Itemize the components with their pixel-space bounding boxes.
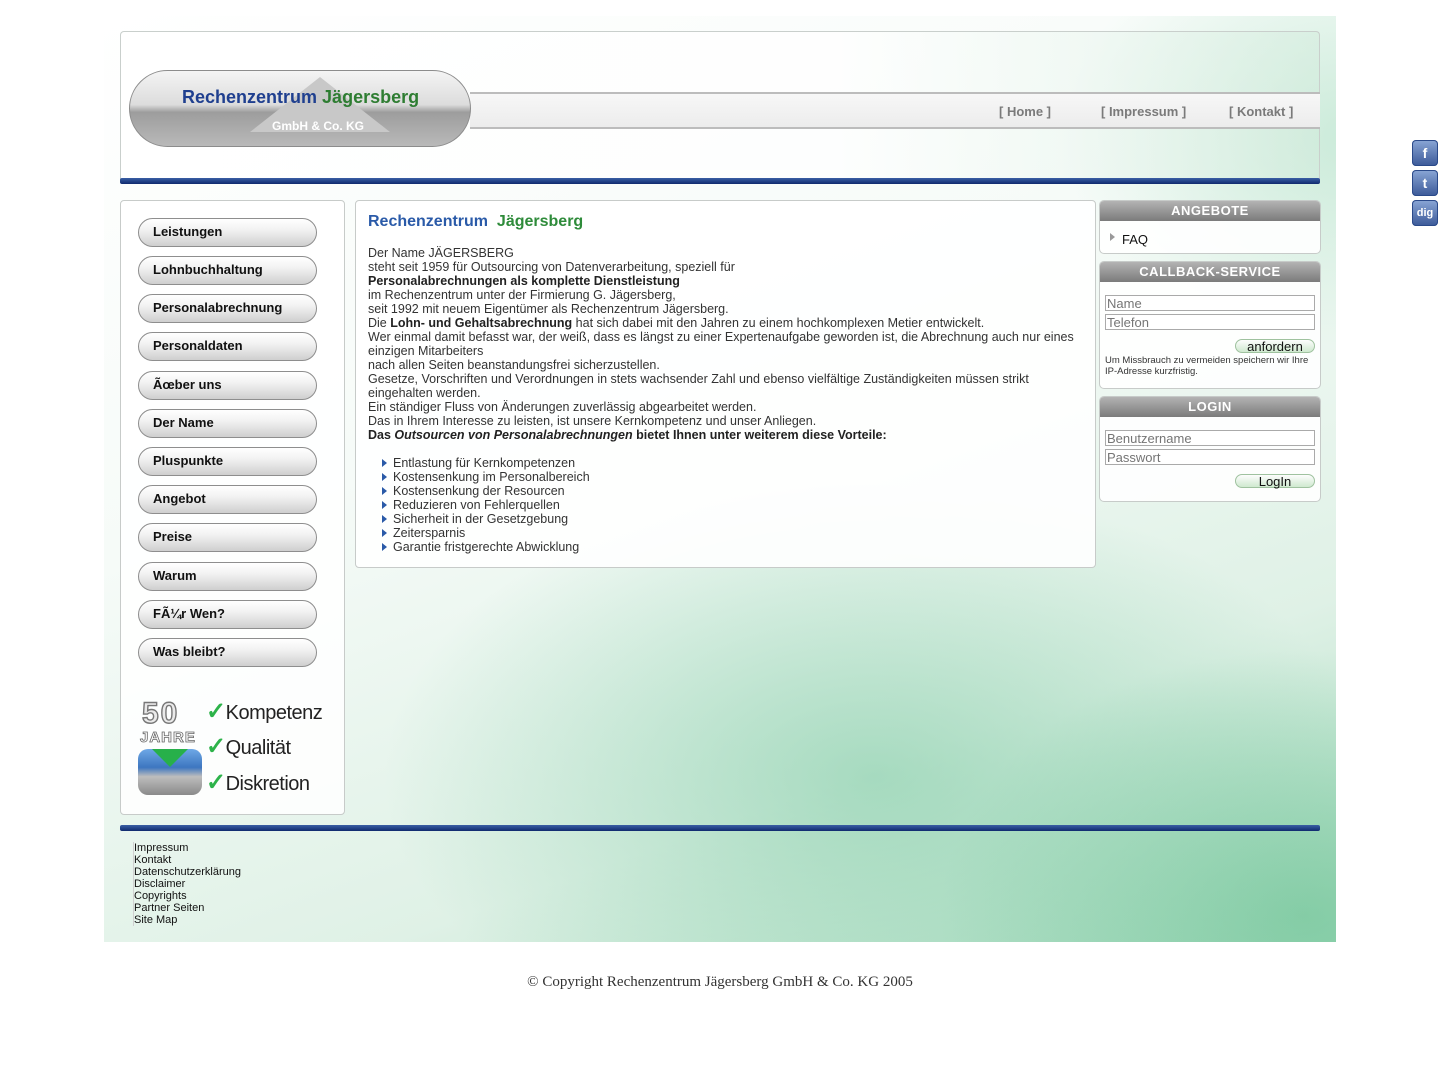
callback-box: CALLBACK-SERVICE anfordern Um Missbrauch… (1099, 261, 1321, 389)
footer-link-datenschutz[interactable]: Datenschutzerklärung (134, 866, 241, 878)
divider (470, 127, 1320, 129)
sidebar-item-preise[interactable]: Preise (138, 523, 317, 552)
footer-link-partner[interactable]: Partner Seiten (134, 902, 241, 914)
social-share-bar: f t dig (1412, 140, 1438, 230)
list-item: Kostensenkung im Personalbereich (381, 470, 590, 484)
list-item: Garantie fristgerechte Abwicklung (381, 540, 590, 554)
login-button[interactable]: LogIn (1235, 474, 1315, 488)
list-item: Kostensenkung der Resourcen (381, 484, 590, 498)
footer-top-bar (120, 825, 1320, 831)
facebook-icon[interactable]: f (1412, 140, 1438, 166)
list-item: Zeitersparnis (381, 526, 590, 540)
advantages-list: Entlastung für Kernkompetenzen Kostensen… (381, 456, 590, 554)
badge-number: 50 (141, 696, 180, 730)
sidebar-item-was-bleibt[interactable]: Was bleibt? (138, 638, 317, 667)
left-sidebar: Leistungen Lohnbuchhaltung Personalabrec… (120, 200, 345, 815)
sidebar-item-warum[interactable]: Warum (138, 562, 317, 591)
main-content: Rechenzentrum Jägersberg Der Name JÄGERS… (355, 200, 1096, 568)
list-item: Reduzieren von Fehlerquellen (381, 498, 590, 512)
nav-home-link[interactable]: [ Home ] (999, 104, 1051, 119)
page-title: Rechenzentrum Jägersberg (368, 213, 584, 230)
nav-kontakt-link[interactable]: [ Kontakt ] (1229, 104, 1293, 119)
header-bottom-bar (120, 178, 1320, 184)
anfordern-button[interactable]: anfordern (1235, 339, 1315, 353)
nav-impressum-link[interactable]: [ Impressum ] (1101, 104, 1186, 119)
callback-phone-input[interactable] (1105, 314, 1315, 330)
footer-link-kontakt[interactable]: Kontakt (134, 854, 241, 866)
intro-text: Der Name JÄGERSBERG steht seit 1959 für … (368, 246, 1074, 442)
sidebar-item-angebot[interactable]: Angebot (138, 485, 317, 514)
angebote-box: ANGEBOTE FAQ (1099, 200, 1321, 254)
callback-name-input[interactable] (1105, 295, 1315, 311)
angebote-heading: ANGEBOTE (1100, 201, 1320, 221)
footer-link-copyrights[interactable]: Copyrights (134, 890, 241, 902)
sidebar-item-personalabrechnung[interactable]: Personalabrechnung (138, 294, 317, 323)
badge-word-qualitaet: ✓Qualität (206, 733, 291, 760)
badge-word-diskretion: ✓Diskretion (206, 769, 310, 796)
copyright-text: © Copyright Rechenzentrum Jägersberg Gmb… (527, 974, 913, 990)
50-jahre-badge: 50 JAHRE ✓Kompetenz ✓Qualität ✓Diskretio… (138, 696, 328, 802)
sidebar-item-lohnbuchhaltung[interactable]: Lohnbuchhaltung (138, 256, 317, 285)
sidebar-item-leistungen[interactable]: Leistungen (138, 218, 317, 247)
digg-icon[interactable]: dig (1412, 200, 1438, 226)
sidebar-item-ueber-uns[interactable]: Ãœber uns (138, 371, 317, 400)
login-heading: LOGIN (1100, 397, 1320, 417)
sidebar-item-fuer-wen[interactable]: FÃ¼r Wen? (138, 600, 317, 629)
login-box: LOGIN LogIn (1099, 396, 1321, 502)
footer-link-sitemap[interactable]: Site Map (134, 914, 241, 926)
username-input[interactable] (1105, 430, 1315, 446)
sidebar-item-personaldaten[interactable]: Personaldaten (138, 332, 317, 361)
list-item: Entlastung für Kernkompetenzen (381, 456, 590, 470)
badge-word-kompetenz: ✓Kompetenz (206, 698, 323, 725)
password-input[interactable] (1105, 449, 1315, 465)
twitter-icon[interactable]: t (1412, 170, 1438, 196)
footer-link-disclaimer[interactable]: Disclaimer (134, 878, 241, 890)
logo-subtitle: GmbH & Co. KG (272, 119, 364, 133)
badge-jahre: JAHRE (140, 729, 196, 747)
top-nav-strip (470, 94, 1320, 127)
footer-link-impressum[interactable]: Impressum (134, 842, 241, 854)
logo-title: Rechenzentrum Jägersberg (182, 87, 420, 107)
divider (470, 92, 1320, 94)
callback-note: Um Missbrauch zu vermeiden speichern wir… (1105, 355, 1309, 377)
sidebar-item-der-name[interactable]: Der Name (138, 409, 317, 438)
down-arrow-icon (152, 749, 188, 767)
sidebar-item-pluspunkte[interactable]: Pluspunkte (138, 447, 317, 476)
site-logo[interactable]: Rechenzentrum Jägersberg GmbH & Co. KG (129, 70, 471, 147)
faq-link[interactable]: FAQ (1122, 232, 1148, 247)
callback-heading: CALLBACK-SERVICE (1100, 262, 1320, 282)
arrow-right-icon (1110, 233, 1115, 241)
list-item: Sicherheit in der Gesetzgebung (381, 512, 590, 526)
footer-links: Impressum Kontakt Datenschutzerklärung D… (133, 842, 241, 926)
